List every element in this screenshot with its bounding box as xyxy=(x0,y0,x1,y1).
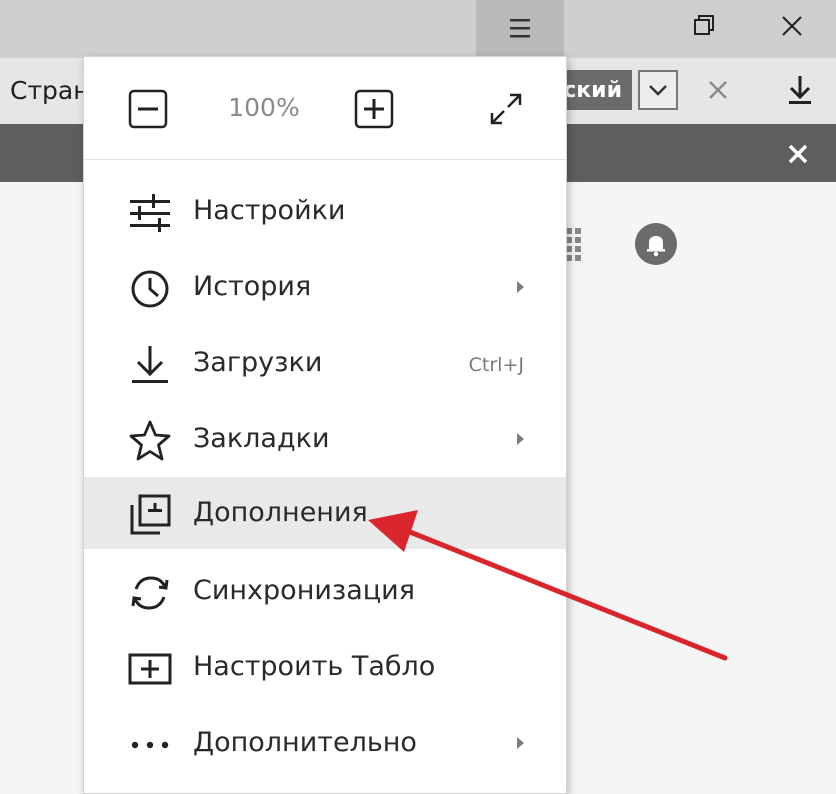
menu-item-bookmarks[interactable]: Закладки xyxy=(84,405,566,477)
shortcut-label: Ctrl+J xyxy=(468,354,524,376)
language-dropdown-button[interactable] xyxy=(638,70,678,110)
fullscreen-icon xyxy=(490,93,522,125)
menu-item-customize-tableau[interactable]: Настроить Табло xyxy=(84,633,566,705)
star-icon xyxy=(129,420,171,461)
more-dots-icon xyxy=(131,741,169,749)
close-icon xyxy=(709,81,727,99)
notifications-button[interactable] xyxy=(634,222,678,266)
download-icon xyxy=(132,346,168,383)
menu-item-downloads[interactable]: Загрузки Ctrl+J xyxy=(84,329,566,401)
download-icon xyxy=(789,76,811,104)
chevron-down-icon xyxy=(649,85,667,96)
zoom-out-button[interactable] xyxy=(128,89,168,129)
close-window-button[interactable] xyxy=(748,0,836,58)
minimize-button[interactable] xyxy=(564,0,652,58)
extensions-icon xyxy=(130,494,171,535)
menu-item-label: Дополнения xyxy=(193,497,368,528)
submenu-arrow-icon xyxy=(517,433,524,445)
close-translate-button[interactable] xyxy=(698,70,738,110)
zoom-in-button[interactable] xyxy=(354,89,394,129)
menu-item-extensions[interactable]: Дополнения xyxy=(84,477,566,549)
menu-item-label: История xyxy=(193,271,312,302)
browser-main-menu: 100% Настройки История Загрузки Ctrl+J З… xyxy=(83,56,567,794)
menu-item-settings[interactable]: Настройки xyxy=(84,177,566,249)
sync-icon xyxy=(131,576,169,610)
translate-bar-label: Стран xyxy=(10,76,90,105)
plus-icon xyxy=(354,89,394,129)
hamburger-icon xyxy=(510,19,530,38)
language-button[interactable]: ский xyxy=(560,70,632,110)
menu-item-more[interactable]: Дополнительно xyxy=(84,709,566,781)
fullscreen-button[interactable] xyxy=(486,89,526,129)
zoom-row: 100% xyxy=(84,57,566,160)
sliders-icon xyxy=(130,194,170,232)
menu-item-label: Загрузки xyxy=(193,347,323,378)
submenu-arrow-icon xyxy=(517,281,524,293)
menu-item-sync[interactable]: Синхронизация xyxy=(84,557,566,629)
downloads-button[interactable] xyxy=(778,68,822,112)
bell-icon xyxy=(635,223,677,265)
submenu-arrow-icon xyxy=(517,737,524,749)
minus-icon xyxy=(128,89,168,129)
zoom-level: 100% xyxy=(228,93,300,122)
menu-item-label: Настройки xyxy=(193,195,346,226)
menu-item-label: Закладки xyxy=(193,423,330,454)
restore-button[interactable] xyxy=(658,0,746,58)
menu-item-label: Настроить Табло xyxy=(193,651,436,682)
menu-item-label: Синхронизация xyxy=(193,575,415,606)
menu-item-label: Дополнительно xyxy=(193,727,417,758)
restore-icon xyxy=(694,15,714,35)
close-strip-button[interactable] xyxy=(780,136,816,172)
hamburger-menu-button[interactable] xyxy=(476,0,564,58)
close-icon xyxy=(782,16,802,36)
clock-icon xyxy=(131,270,169,308)
menu-item-history[interactable]: История xyxy=(84,253,566,325)
add-tile-icon xyxy=(128,653,172,685)
minimize-icon xyxy=(564,0,652,58)
close-icon xyxy=(788,144,808,164)
